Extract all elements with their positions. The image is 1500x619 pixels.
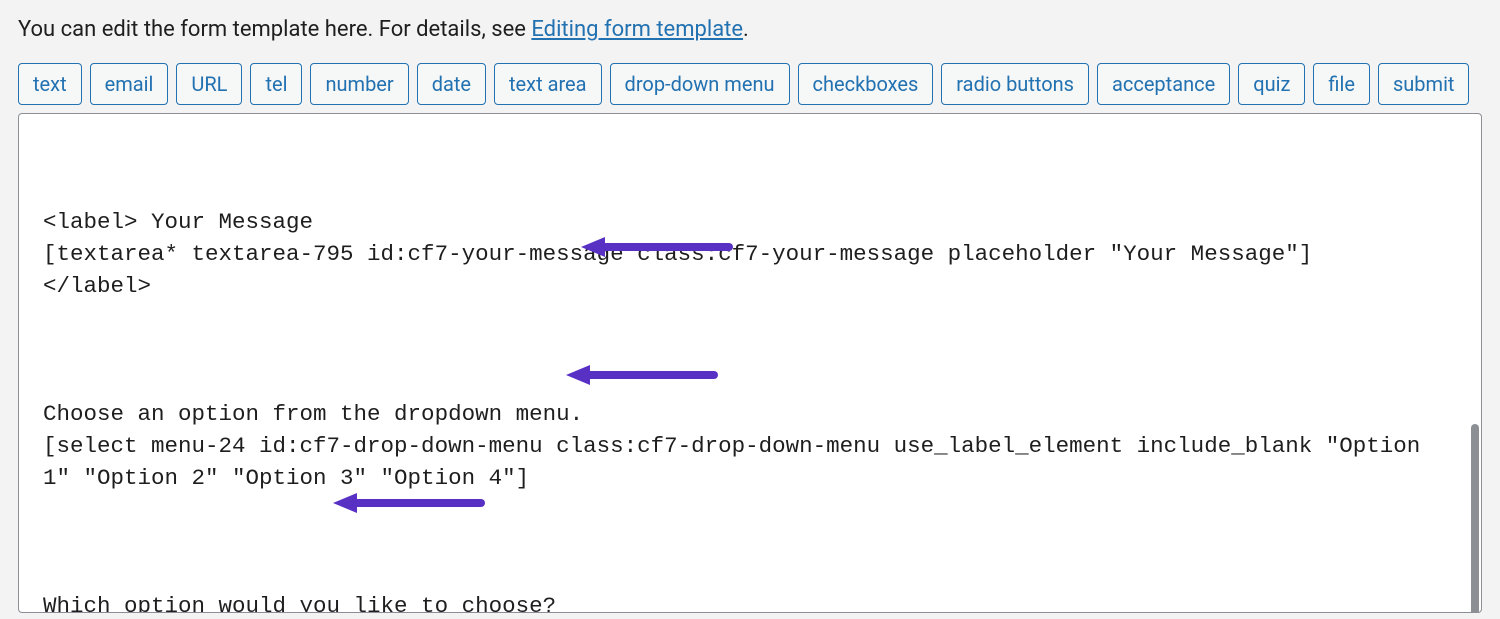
form-template-editor[interactable]: <label> Your Message [textarea* textarea… — [18, 113, 1482, 613]
code-block[interactable]: Which option would you like to choose? [… — [43, 590, 1457, 613]
tag-button-email[interactable]: email — [90, 63, 169, 105]
tag-button-url[interactable]: URL — [176, 63, 242, 105]
tag-button-number[interactable]: number — [310, 63, 408, 105]
tag-button-text[interactable]: text — [18, 63, 82, 105]
tag-generator-toolbar: text email URL tel number date text area… — [18, 63, 1482, 105]
tag-button-tel[interactable]: tel — [250, 63, 302, 105]
annotation-arrow-icon — [564, 363, 724, 387]
code-block[interactable]: Choose an option from the dropdown menu.… — [43, 398, 1457, 494]
tag-button-submit[interactable]: submit — [1378, 63, 1470, 105]
tag-button-radio-buttons[interactable]: radio buttons — [941, 63, 1089, 105]
tag-button-checkboxes[interactable]: checkboxes — [798, 63, 934, 105]
intro-suffix: . — [743, 17, 749, 42]
annotation-arrow-icon — [331, 491, 491, 515]
scrollbar-thumb[interactable] — [1471, 424, 1479, 613]
tag-button-drop-down-menu[interactable]: drop-down menu — [610, 63, 790, 105]
tag-button-file[interactable]: file — [1313, 63, 1370, 105]
tag-button-text-area[interactable]: text area — [494, 63, 602, 105]
tag-button-acceptance[interactable]: acceptance — [1097, 63, 1230, 105]
tag-button-quiz[interactable]: quiz — [1238, 63, 1305, 105]
tag-button-date[interactable]: date — [417, 63, 486, 105]
intro-link[interactable]: Editing form template — [531, 17, 743, 42]
intro-text: You can edit the form template here. For… — [18, 16, 1482, 45]
code-block[interactable]: <label> Your Message [textarea* textarea… — [43, 206, 1457, 302]
intro-prefix: You can edit the form template here. For… — [18, 17, 531, 42]
